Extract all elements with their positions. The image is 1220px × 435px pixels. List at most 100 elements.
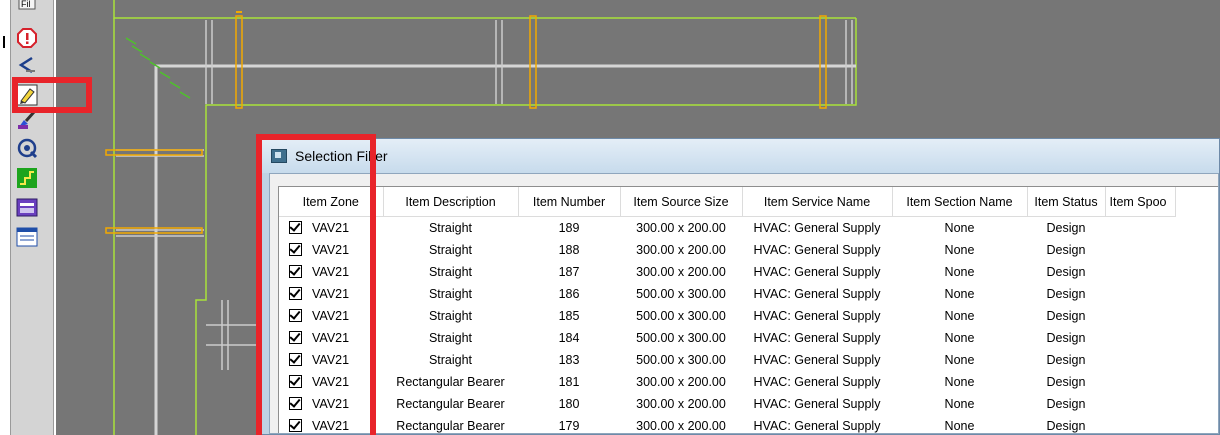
table-row[interactable]: VAV21 Rectangular Bearer 180 300.00 x 200.0… (279, 393, 1175, 415)
cell-spool (1105, 415, 1175, 433)
cell-service-name: HVAC: General Supply (753, 375, 881, 389)
table-row[interactable]: VAV21 Straight 188 300.00 x 200.00 HVAC: Gen… (279, 239, 1175, 261)
cell-service-name: HVAC: General Supply (753, 265, 881, 279)
cell-status: Design (1046, 353, 1086, 367)
cell-zone: VAV21 (312, 220, 350, 235)
column-header-number[interactable]: Item Number (518, 187, 621, 217)
cell-number: 183 (558, 353, 580, 367)
cell-zone-container[interactable]: VAV21 (279, 415, 383, 433)
cell-status: Design (1046, 265, 1086, 279)
cell-service-name: HVAC: General Supply (753, 353, 881, 367)
cell-zone: VAV21 (312, 264, 350, 279)
step-green-icon[interactable] (16, 167, 38, 189)
paint-brush-icon[interactable] (16, 108, 38, 130)
cell-zone-container[interactable]: VAV21 (279, 327, 383, 349)
cell-source-size: 500.00 x 300.00 (636, 353, 726, 367)
row-checkbox[interactable] (289, 331, 302, 345)
cell-source-size: 300.00 x 200.00 (636, 375, 726, 389)
table-row[interactable]: VAV21 Straight 186 500.00 x 300.00 HVAC: Gen… (279, 283, 1175, 305)
cell-description: Straight (428, 331, 473, 345)
cell-number: 186 (558, 287, 580, 301)
cell-description: Straight (428, 353, 473, 367)
cell-status: Design (1046, 287, 1086, 301)
cell-source-size: 500.00 x 300.00 (636, 331, 726, 345)
dialog-client-area: Item Zone Item Description Item Number I… (269, 173, 1219, 434)
cell-number: 188 (558, 243, 580, 257)
cell-spool (1105, 327, 1175, 349)
arrow-left-icon[interactable] (16, 54, 38, 76)
cell-spool (1105, 305, 1175, 327)
row-checkbox[interactable] (289, 353, 302, 367)
column-header-status[interactable]: Item Status (1027, 187, 1106, 217)
cell-number: 179 (558, 419, 580, 433)
cell-service-name: HVAC: General Supply (753, 419, 881, 433)
row-checkbox[interactable] (289, 287, 302, 301)
table-row[interactable]: VAV21 Straight 183 500.00 x 300.00 HVAC: Gen… (279, 349, 1175, 371)
cell-service-name: HVAC: General Supply (753, 397, 881, 411)
left-toolbar: Fil (0, 0, 56, 435)
cell-service-name: HVAC: General Supply (753, 287, 881, 301)
row-checkbox[interactable] (289, 397, 302, 411)
cell-zone-container[interactable]: VAV21 (279, 393, 383, 415)
cell-spool (1105, 349, 1175, 371)
cell-section-name: None (944, 243, 975, 257)
cell-description: Rectangular Bearer (396, 397, 505, 411)
row-checkbox[interactable] (289, 375, 302, 389)
cell-zone-container[interactable]: VAV21 (279, 239, 383, 261)
column-header-section-name[interactable]: Item Section Name (892, 187, 1028, 217)
cell-source-size: 300.00 x 200.00 (636, 243, 726, 257)
row-checkbox[interactable] (289, 265, 302, 279)
table-row[interactable]: VAV21 Rectangular Bearer 181 300.00 x 200.0… (279, 371, 1175, 393)
cell-number: 185 (558, 309, 580, 323)
pencil-edit-icon[interactable] (16, 84, 38, 106)
column-header-zone[interactable]: Item Zone (279, 187, 384, 217)
cell-service-name: HVAC: General Supply (753, 331, 881, 345)
cell-service-name: HVAC: General Supply (753, 309, 881, 323)
cell-zone-container[interactable]: VAV21 (279, 261, 383, 283)
window-panel-icon[interactable] (16, 197, 38, 219)
cell-description: Straight (428, 309, 473, 323)
cell-zone-container[interactable]: VAV21 (279, 349, 383, 371)
row-checkbox[interactable] (289, 243, 302, 257)
column-header-service-name[interactable]: Item Service Name (742, 187, 893, 217)
cell-section-name: None (944, 265, 975, 279)
dialog-titlebar[interactable]: Selection Filter (261, 139, 1219, 173)
cell-number: 181 (558, 375, 580, 389)
row-checkbox[interactable] (289, 309, 302, 323)
file-icon-label: Fil (21, 0, 31, 9)
cell-zone-container[interactable]: VAV21 (279, 283, 383, 305)
selection-filter-dialog: Selection Filter Item Zone Item Descript… (260, 138, 1220, 435)
cell-zone-container[interactable]: VAV21 (279, 305, 383, 327)
cell-section-name: None (944, 221, 975, 235)
cell-source-size: 300.00 x 200.00 (636, 419, 726, 433)
cell-zone-container[interactable]: VAV21 (279, 371, 383, 393)
cell-zone: VAV21 (312, 308, 350, 323)
table-row[interactable]: VAV21 Straight 187 300.00 x 200.00 HVAC: Gen… (279, 261, 1175, 283)
dialog-app-icon (271, 149, 287, 163)
selection-list-view[interactable]: Item Zone Item Description Item Number I… (278, 186, 1218, 433)
column-header-spool[interactable]: Item Spoo (1105, 187, 1176, 217)
row-checkbox[interactable] (289, 221, 302, 235)
cell-zone-container[interactable]: VAV21 (279, 217, 383, 240)
cell-description: Straight (428, 265, 473, 279)
cursor-marker (3, 36, 5, 48)
cell-number: 187 (558, 265, 580, 279)
column-header-source-size[interactable]: Item Source Size (620, 187, 743, 217)
error-alert-icon[interactable] (16, 27, 38, 49)
table-row[interactable]: VAV21 Straight 185 500.00 x 300.00 HVAC: Gen… (279, 305, 1175, 327)
file-icon[interactable]: Fil (16, 0, 38, 14)
table-row[interactable]: VAV21 Rectangular Bearer 179 300.00 x 200.0… (279, 415, 1175, 433)
window-list-icon[interactable] (16, 226, 38, 248)
cell-zone: VAV21 (312, 374, 350, 389)
cell-spool (1105, 371, 1175, 393)
table-row[interactable]: VAV21 Straight 184 500.00 x 300.00 HVAC: Gen… (279, 327, 1175, 349)
selection-table: Item Zone Item Description Item Number I… (279, 187, 1176, 433)
target-rotate-icon[interactable] (16, 137, 38, 159)
cell-status: Design (1046, 397, 1086, 411)
cell-section-name: None (944, 419, 975, 433)
cell-status: Design (1046, 243, 1086, 257)
cell-zone: VAV21 (312, 286, 350, 301)
table-row[interactable]: VAV21 Straight 189 300.00 x 200.00 HVAC: Gen… (279, 217, 1175, 240)
row-checkbox[interactable] (289, 419, 302, 433)
column-header-description[interactable]: Item Description (383, 187, 519, 217)
